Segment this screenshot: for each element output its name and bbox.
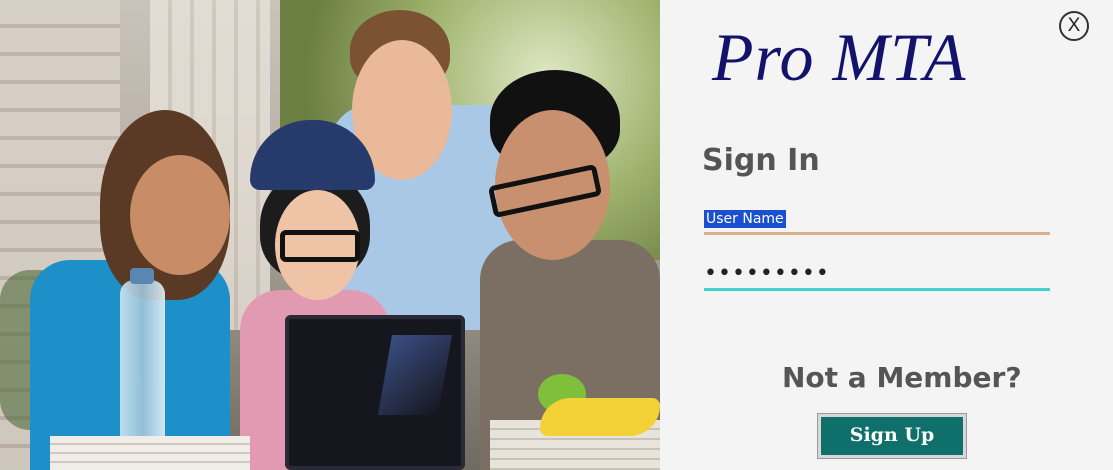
close-icon[interactable]: X	[1059, 11, 1089, 41]
hero-photo	[0, 0, 660, 470]
not-member-prompt: Not a Member?	[782, 361, 1022, 394]
password-value: •••••••••	[704, 261, 830, 286]
password-field[interactable]: •••••••••	[704, 262, 1050, 291]
app-logo: Pro MTA	[712, 19, 967, 95]
sign-up-button[interactable]: Sign Up	[818, 414, 966, 458]
photo-laptop	[285, 315, 465, 470]
photo-banana	[540, 398, 660, 436]
photo-books-left	[50, 436, 250, 470]
photo-water-bottle	[120, 268, 165, 450]
signin-title: Sign In	[702, 143, 820, 178]
username-value: User Name	[704, 210, 786, 228]
username-field[interactable]: User Name	[704, 208, 1050, 235]
